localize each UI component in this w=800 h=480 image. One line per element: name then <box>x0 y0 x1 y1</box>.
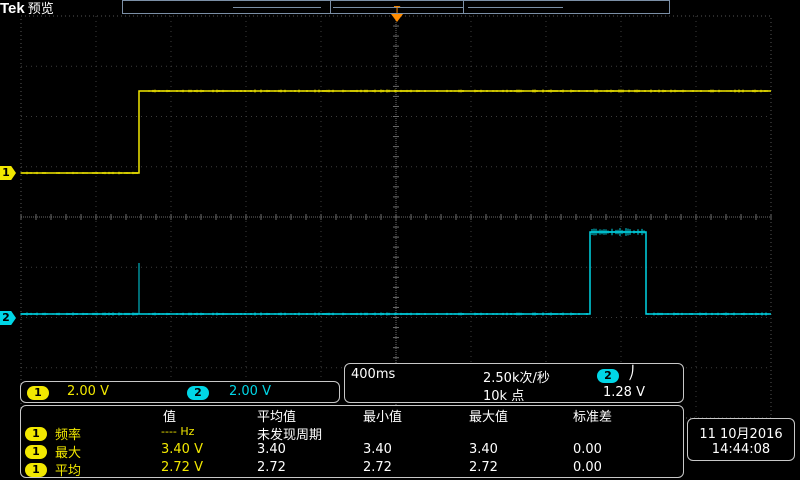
clock-time: 14:44:08 <box>711 442 771 457</box>
measurement-min: 2.72 <box>363 460 392 475</box>
time-per-div: 400ms <box>351 367 396 382</box>
trigger-level: 1.28 V <box>603 385 645 400</box>
ch1-noise <box>20 89 770 175</box>
ch1-marker-label: 1 <box>2 166 10 179</box>
ch1-scale: 2.00 V <box>67 384 109 399</box>
col-header-max: 最大值 <box>469 410 509 425</box>
ch2-badge-label: 2 <box>187 385 209 400</box>
sample-rate: 2.50k次/秒 <box>483 371 550 386</box>
measurement-panel[interactable]: 值 平均值 最小值 最大值 标准差 1 频率 ---- Hz 未发现周期 1 最… <box>20 405 684 479</box>
row-channel-label: 1 <box>25 462 47 477</box>
measurement-std: 0.00 <box>573 442 602 457</box>
measurement-min: 3.40 <box>363 442 392 457</box>
measurement-mean: 未发现周期 <box>257 428 323 443</box>
ch1-badge: 1 <box>27 385 49 400</box>
ch2-badge: 2 <box>187 385 209 400</box>
measurement-name: 频率 <box>55 428 82 443</box>
measurement-value: ---- Hz <box>161 425 195 438</box>
clock-date: 11 10月2016 <box>699 427 783 442</box>
rising-edge-icon: ⎠ <box>628 366 635 381</box>
measurement-max: 2.72 <box>469 460 498 475</box>
measurement-value: 2.72 V <box>161 460 203 475</box>
measurement-mean: 3.40 <box>257 442 286 457</box>
row-channel-badge: 1 <box>25 462 47 477</box>
col-header-min: 最小值 <box>363 410 403 425</box>
graticule-center-axes <box>20 15 772 418</box>
row-channel-badge: 1 <box>25 426 47 441</box>
measurement-value: 3.40 V <box>161 442 203 457</box>
ch2-marker-label: 2 <box>2 311 10 324</box>
clock-panel[interactable]: 11 10月2016 14:44:08 <box>687 418 795 461</box>
measurement-max: 3.40 <box>469 442 498 457</box>
col-header-mean: 平均值 <box>257 410 297 425</box>
col-header-value: 值 <box>163 410 177 425</box>
row-channel-badge: 1 <box>25 444 47 459</box>
record-length: 10k 点 <box>483 389 525 404</box>
row-channel-label: 1 <box>25 426 47 441</box>
measurement-name: 最大 <box>55 446 82 461</box>
trigger-source-label: 2 <box>597 368 619 383</box>
vertical-scale-panel[interactable]: 1 2.00 V 2 2.00 V <box>20 381 340 403</box>
measurement-std: 0.00 <box>573 460 602 475</box>
ch2-scale: 2.00 V <box>229 384 271 399</box>
timebase-panel[interactable]: 400ms 2.50k次/秒 10k 点 2 ⎠ 1.28 V <box>344 363 684 404</box>
trigger-position-icon[interactable]: T <box>391 5 403 22</box>
col-header-std: 标准差 <box>573 410 613 425</box>
row-channel-label: 1 <box>25 444 47 459</box>
measurement-name: 平均 <box>55 464 82 479</box>
measurement-mean: 2.72 <box>257 460 286 475</box>
trigger-source-badge: 2 <box>597 368 619 383</box>
ch1-badge-label: 1 <box>27 385 49 400</box>
